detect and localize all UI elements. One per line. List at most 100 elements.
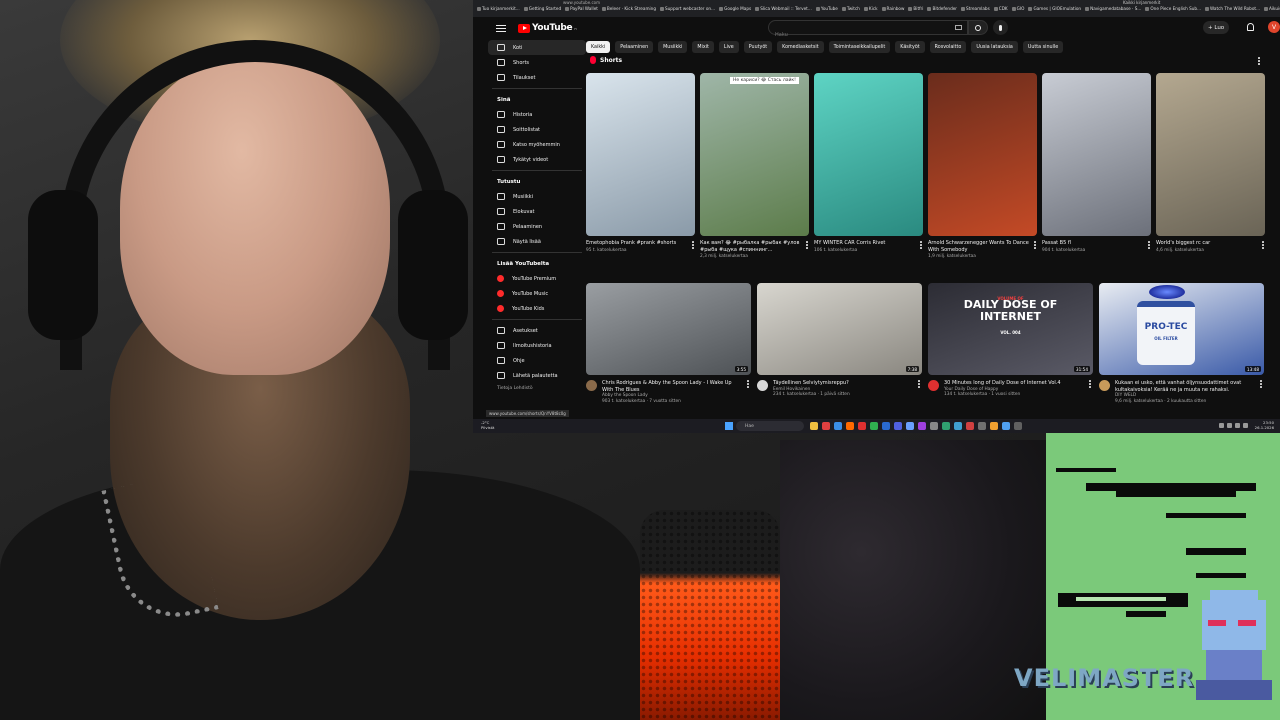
channel-avatar[interactable] — [586, 380, 597, 391]
short-thumbnail[interactable] — [814, 73, 923, 236]
menu-icon[interactable] — [496, 24, 506, 32]
short-thumbnail[interactable] — [1156, 73, 1265, 236]
short-card[interactable]: MY WINTER CAR Corris Rivet 106 t. katselu… — [814, 73, 923, 253]
video-card[interactable]: PRO-TEC OIL FILTER 13:48 Kukaan ei usko, et… — [1099, 283, 1264, 405]
short-card[interactable]: Arnold Schwarzenegger Wants To Dance Wit… — [928, 73, 1037, 259]
app-icon[interactable] — [870, 422, 878, 430]
bookmark-item[interactable]: Tuo kirjanmerkit... — [477, 6, 520, 11]
app-icon[interactable] — [990, 422, 998, 430]
chip-filter[interactable]: Käsityöt — [895, 41, 925, 53]
sidebar-item-liked[interactable]: Tykätyt videot — [488, 152, 586, 167]
bookmark-item[interactable]: PayPal Wallet — [565, 6, 598, 11]
sidebar-footer-links[interactable]: Tietoja Lehdistö — [488, 386, 586, 391]
video-more-icon[interactable] — [918, 380, 920, 388]
app-icon[interactable] — [1014, 422, 1022, 430]
keyboard-icon[interactable] — [955, 25, 962, 30]
short-card[interactable]: Emetophobia Prank #prank #shorts 95 t. ka… — [586, 73, 695, 253]
short-title[interactable]: World's biggest rc car — [1156, 240, 1265, 247]
chrome-icon[interactable] — [882, 422, 890, 430]
youtube-logo[interactable]: YouTube FI — [518, 23, 577, 33]
sidebar-item-chevron-down[interactable]: Näytä lisää — [488, 234, 586, 249]
app-icon[interactable] — [966, 422, 974, 430]
sidebar-item-watch-later[interactable]: Katso myöhemmin — [488, 137, 586, 152]
bookmark-item[interactable]: Aikuisten sosialipalvelut... — [1264, 6, 1280, 11]
app-icon[interactable] — [846, 422, 854, 430]
sidebar-item-youtube-kids[interactable]: YouTube Kids — [488, 301, 586, 316]
short-title[interactable]: Как вам? 😂 #рыбалка #рыбак #улов #рыба #… — [700, 240, 809, 253]
windows-start-icon[interactable] — [725, 422, 733, 430]
weather-widget[interactable]: -2°C Pilvistä — [481, 420, 494, 430]
sidebar-item-playlists[interactable]: Soittolistat — [488, 122, 586, 137]
discord-icon[interactable] — [894, 422, 902, 430]
short-thumbnail[interactable]: Не кариси? 😂 Стась лайк! — [700, 73, 809, 236]
file-explorer-icon[interactable] — [810, 422, 818, 430]
bookmark-item[interactable]: Navigamedatabase · S... — [1085, 6, 1141, 11]
short-thumbnail[interactable] — [1042, 73, 1151, 236]
video-more-icon[interactable] — [747, 380, 749, 388]
short-card[interactable]: World's biggest rc car 4,6 milj. katseluk… — [1156, 73, 1265, 253]
short-thumbnail[interactable] — [586, 73, 695, 236]
taskbar-clock[interactable]: 23:50 26.1.2026 — [1255, 420, 1274, 430]
chip-filter[interactable]: Live — [718, 41, 739, 53]
sidebar-item-flag[interactable]: Ilmoitushistoria — [488, 338, 586, 353]
system-tray[interactable] — [1219, 423, 1248, 428]
video-more-icon[interactable] — [1089, 380, 1091, 388]
chip-filter[interactable]: Mixit — [692, 41, 714, 53]
bookmark-item[interactable]: Bitdefender — [927, 6, 957, 11]
short-title[interactable]: Passat B5 fl — [1042, 240, 1151, 247]
short-more-icon[interactable] — [806, 241, 808, 249]
sidebar-item-youtube-music[interactable]: YouTube Music — [488, 286, 586, 301]
search-input[interactable] — [769, 28, 967, 42]
chip-filter[interactable]: Musiikki — [658, 41, 688, 53]
video-thumbnail[interactable]: VOLUME OF DAILY DOSE OF INTERNET VOL. 004 3… — [928, 283, 1093, 375]
sidebar-item-youtube-premium[interactable]: YouTube Premium — [488, 271, 586, 286]
short-more-icon[interactable] — [1034, 241, 1036, 249]
app-icon[interactable] — [978, 422, 986, 430]
bookmark-item[interactable]: Twitch — [842, 6, 860, 11]
sidebar-item-settings[interactable]: Asetukset — [488, 323, 586, 338]
bookmark-item[interactable]: Streamlabs — [961, 6, 990, 11]
bookmark-item[interactable]: YouTube — [816, 6, 838, 11]
search-button[interactable] — [968, 20, 988, 35]
bookmark-item[interactable]: Beleer · Kick Streaming — [602, 6, 656, 11]
video-thumbnail[interactable]: 3:55 — [586, 283, 751, 375]
create-button[interactable]: + Luo — [1203, 21, 1230, 34]
all-bookmarks-link[interactable]: Kaikki kirjanmerkit — [1123, 0, 1160, 5]
app-icon[interactable] — [930, 422, 938, 430]
video-thumbnail[interactable]: 7:38 — [757, 283, 922, 375]
short-card[interactable]: Passat B5 fl 904 t. katselukertaa — [1042, 73, 1151, 253]
sidebar-item-subscriptions[interactable]: Tilaukset — [488, 70, 586, 85]
short-title[interactable]: MY WINTER CAR Corris Rivet — [814, 240, 923, 247]
channel-avatar[interactable] — [928, 380, 939, 391]
bookmark-item[interactable]: CDK — [994, 6, 1008, 11]
short-card[interactable]: Не кариси? 😂 Стась лайк! Как вам? 😂 #рыба… — [700, 73, 809, 259]
sidebar-item-music[interactable]: Musiikki — [488, 189, 586, 204]
sidebar-item-movies[interactable]: Elokuvat — [488, 204, 586, 219]
notifications-bell-icon[interactable] — [1247, 23, 1254, 31]
bookmark-item[interactable]: Getting Started — [524, 6, 561, 11]
bookmark-item[interactable]: Slica Webmail :: Tervet... — [755, 6, 812, 11]
shorts-more-icon[interactable] — [1258, 57, 1260, 65]
app-icon[interactable] — [906, 422, 914, 430]
taskbar-search[interactable]: Hae — [736, 421, 804, 431]
short-more-icon[interactable] — [692, 241, 694, 249]
account-avatar[interactable]: V — [1268, 21, 1280, 33]
bookmark-item[interactable]: GIO — [1012, 6, 1025, 11]
short-title[interactable]: Emetophobia Prank #prank #shorts — [586, 240, 695, 247]
sidebar-item-feedback[interactable]: Lähetä palautetta — [488, 368, 586, 383]
short-title[interactable]: Arnold Schwarzenegger Wants To Dance Wit… — [928, 240, 1037, 253]
bookmark-item[interactable]: Rainbow — [882, 6, 905, 11]
sidebar-item-shorts[interactable]: Shorts — [488, 55, 586, 70]
sidebar-item-help[interactable]: Ohje — [488, 353, 586, 368]
voice-search-button[interactable] — [993, 20, 1008, 35]
chip-filter[interactable]: Toimintaseikkailupelit — [828, 41, 891, 53]
channel-avatar[interactable] — [1099, 380, 1110, 391]
chip-filter[interactable]: Komediasketsit — [777, 41, 824, 53]
sidebar-item-gaming[interactable]: Pelaaminen — [488, 219, 586, 234]
bookmark-item[interactable]: Games | GIOEmulation — [1028, 6, 1081, 11]
app-icon[interactable] — [1002, 422, 1010, 430]
bookmark-item[interactable]: Kick — [864, 6, 878, 11]
sidebar-item-history[interactable]: Historia — [488, 107, 586, 122]
short-more-icon[interactable] — [1262, 241, 1264, 249]
channel-avatar[interactable] — [757, 380, 768, 391]
